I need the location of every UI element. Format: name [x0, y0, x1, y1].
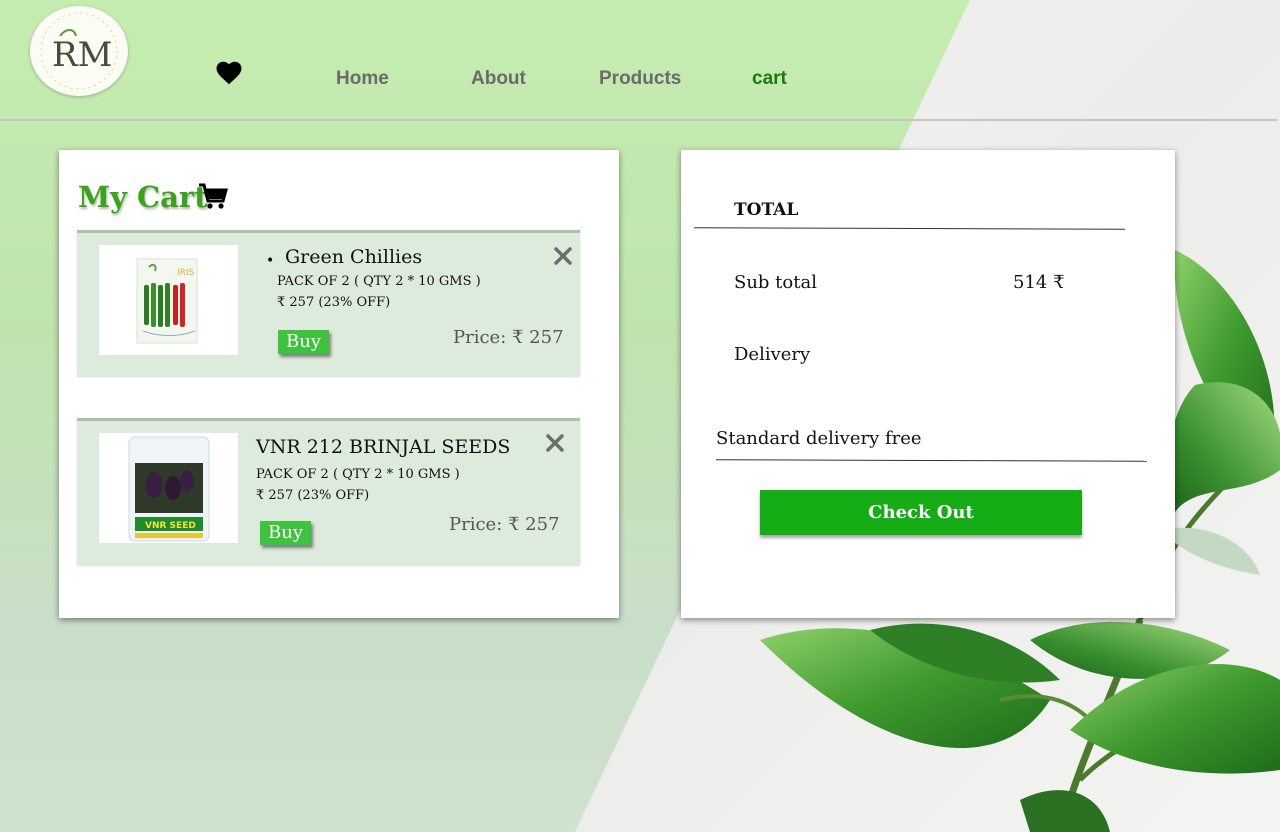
product-offer: ₹ 257 (23% OFF) — [277, 295, 391, 310]
product-offer: ₹ 257 (23% OFF) — [256, 488, 370, 503]
nav-cart[interactable]: cart — [752, 68, 787, 90]
subtotal-value: 514 ₹ — [1013, 272, 1065, 293]
order-summary-panel — [681, 150, 1175, 618]
bullet-point: • — [266, 253, 275, 269]
delivery-label: Delivery — [734, 344, 811, 365]
product-pack: PACK OF 2 ( QTY 2 * 10 GMS ) — [277, 274, 481, 289]
product-image-green-chillies[interactable]: IRIS — [99, 245, 238, 355]
buy-button[interactable]: Buy — [278, 330, 329, 354]
product-name: Green Chillies — [285, 246, 423, 268]
product-price: Price: ₹ 257 — [453, 327, 564, 348]
brand-logo[interactable]: RM — [30, 6, 128, 96]
svg-text:VNR SEED: VNR SEED — [145, 521, 196, 531]
product-name: VNR 212 BRINJAL SEEDS — [256, 436, 511, 458]
nav-about[interactable]: About — [471, 68, 526, 90]
cart-item: IRIS • Green Chillies PACK OF 2 ( QTY 2 … — [77, 230, 580, 376]
remove-item-close-icon[interactable] — [553, 246, 573, 266]
svg-text:RM: RM — [52, 35, 112, 75]
buy-button[interactable]: Buy — [260, 521, 311, 545]
remove-item-close-icon[interactable] — [545, 433, 565, 453]
checkout-button[interactable]: Check Out — [760, 490, 1082, 535]
product-pack: PACK OF 2 ( QTY 2 * 10 GMS ) — [256, 467, 460, 482]
subtotal-label: Sub total — [734, 272, 817, 293]
nav-home[interactable]: Home — [336, 68, 389, 90]
product-image-brinjal-seeds[interactable]: VNR SEED — [99, 433, 238, 543]
nav-products[interactable]: Products — [599, 68, 681, 90]
header-divider — [0, 119, 1277, 121]
cart-item: VNR SEED VNR 212 BRINJAL SEEDS PACK OF 2… — [77, 418, 580, 565]
favorites-heart-icon[interactable] — [214, 58, 244, 88]
product-price: Price: ₹ 257 — [449, 514, 560, 535]
shopping-cart-icon — [199, 183, 228, 209]
summary-heading: TOTAL — [734, 200, 799, 220]
svg-text:IRIS: IRIS — [177, 268, 195, 278]
cart-title: My Cart — [78, 180, 208, 214]
delivery-note: Standard delivery free — [716, 428, 922, 449]
